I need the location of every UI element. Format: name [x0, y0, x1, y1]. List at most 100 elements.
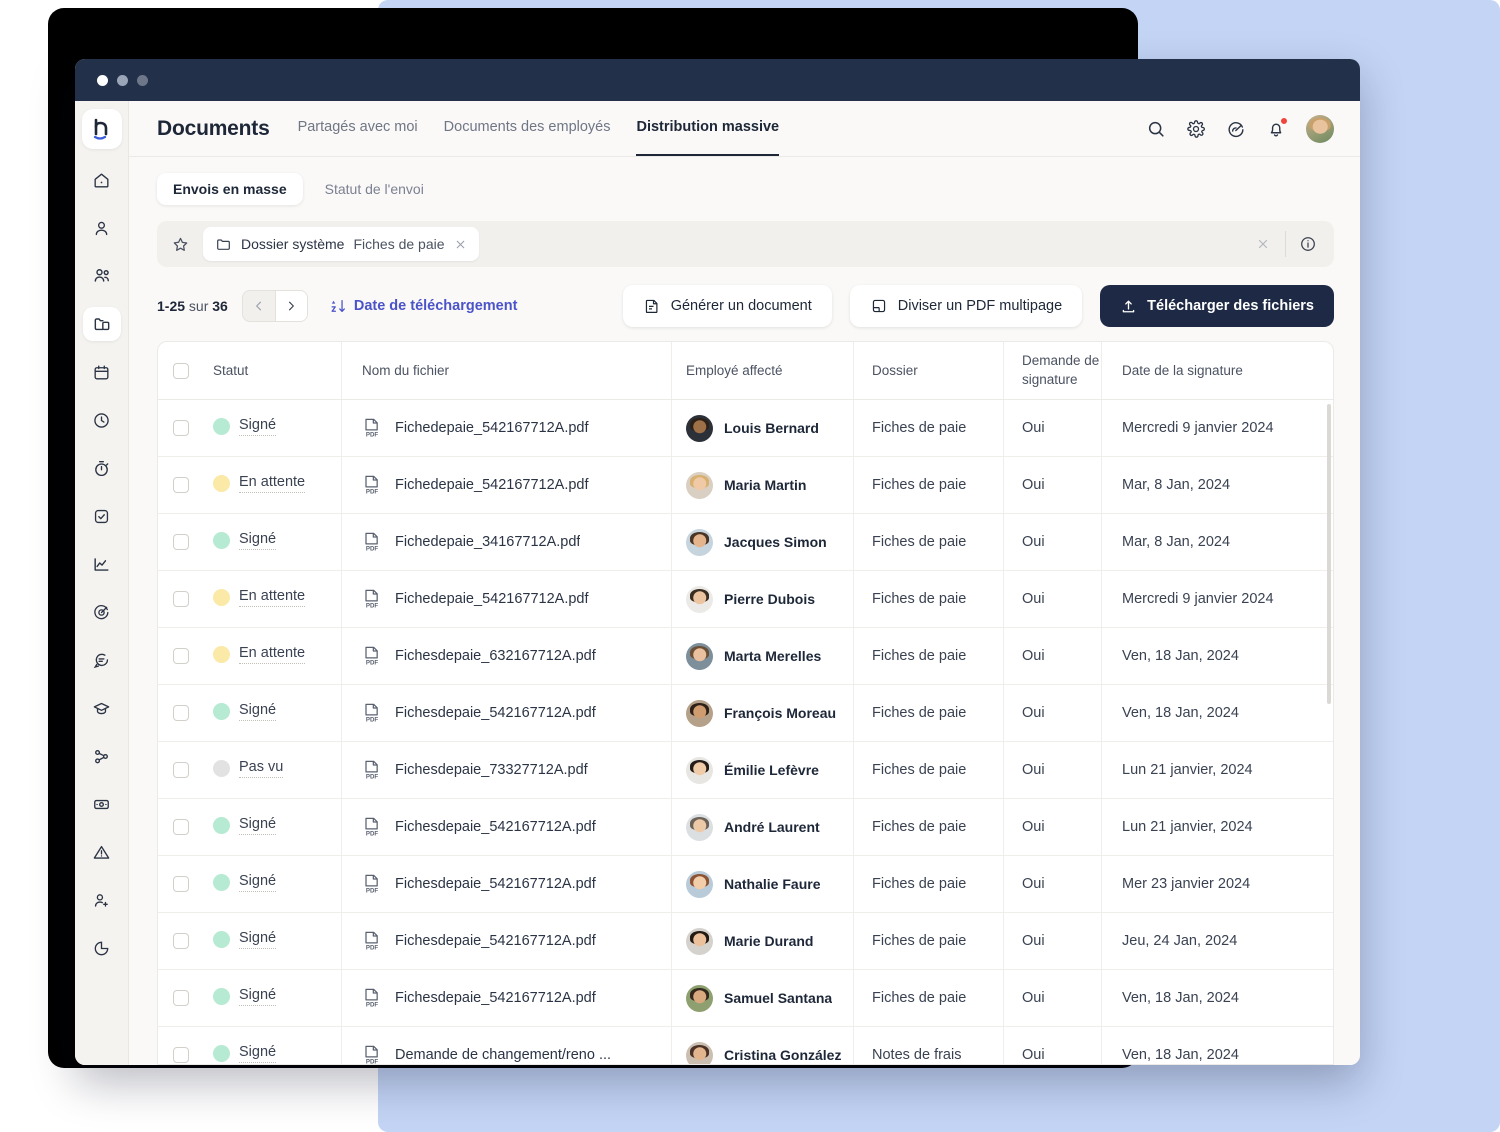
generate-document-button[interactable]: Générer un document — [622, 285, 832, 327]
sidebar-item-tasks[interactable] — [83, 499, 121, 533]
chevron-right-icon[interactable] — [274, 291, 307, 321]
sidebar-item-employees[interactable] — [83, 259, 121, 293]
table-row[interactable]: Signé PDF Demande de changement/reno ... Cr… — [158, 1027, 1333, 1064]
status-dot — [213, 987, 230, 1005]
folder-name: Fiches de paie — [872, 648, 967, 664]
file-name[interactable]: Fichedepaie_542167712A.pdf — [395, 591, 589, 607]
svg-text:PDF: PDF — [366, 830, 379, 837]
signature-request-value: Oui — [1022, 990, 1045, 1006]
row-checkbox[interactable] — [172, 990, 189, 1006]
table-row[interactable]: Pas vu PDF Fichesdepaie_73327712A.pdf Émili… — [158, 742, 1333, 799]
clear-filters-icon[interactable] — [1241, 237, 1285, 251]
table-row[interactable]: Signé PDF Fichesdepaie_542167712A.pdf Samue… — [158, 970, 1333, 1027]
tab-envois-en-masse[interactable]: Envois en masse — [157, 173, 303, 205]
sidebar-item-time[interactable] — [83, 403, 121, 437]
row-checkbox[interactable] — [172, 420, 189, 436]
table-row[interactable]: Signé PDF Fichedepaie_542167712A.pdf Louis … — [158, 400, 1333, 457]
table-row[interactable]: En attente PDF Fichedepaie_542167712A.pdf P… — [158, 571, 1333, 628]
employee-avatar — [686, 927, 713, 955]
file-name[interactable]: Fichedepaie_542167712A.pdf — [395, 420, 589, 436]
column-header-status[interactable]: Statut — [203, 342, 341, 399]
table-row[interactable]: En attente PDF Fichedepaie_542167712A.pdf M… — [158, 457, 1333, 514]
table-row[interactable]: En attente PDF Fichesdepaie_632167712A.pdf… — [158, 628, 1333, 685]
speedometer-icon[interactable] — [1226, 119, 1246, 139]
employee-avatar — [686, 1041, 713, 1064]
column-header-signature-date[interactable]: Date de la signature — [1101, 342, 1333, 399]
info-icon[interactable] — [1286, 235, 1330, 253]
row-checkbox[interactable] — [172, 534, 189, 550]
employee-avatar — [686, 813, 713, 841]
sidebar-item-home[interactable] — [83, 163, 121, 197]
sidebar-item-reports[interactable] — [83, 931, 121, 965]
upload-files-button[interactable]: Télécharger des fichiers — [1100, 285, 1334, 327]
table-row[interactable]: Signé PDF Fichesdepaie_542167712A.pdf Franç… — [158, 685, 1333, 742]
table-row[interactable]: Signé PDF Fichedepaie_34167712A.pdf Jacques… — [158, 514, 1333, 571]
row-checkbox[interactable] — [172, 1047, 189, 1063]
column-header-folder[interactable]: Dossier — [853, 342, 1003, 399]
file-name[interactable]: Fichedepaie_542167712A.pdf — [395, 477, 589, 493]
filter-chip[interactable]: Dossier système Fiches de paie — [203, 227, 479, 261]
file-name[interactable]: Demande de changement/reno ... — [395, 1047, 611, 1063]
column-header-filename[interactable]: Nom du fichier — [341, 342, 671, 399]
row-checkbox[interactable] — [172, 762, 189, 778]
folder-name: Notes de frais — [872, 1047, 962, 1063]
tab-statut-envoi[interactable]: Statut de l'envoi — [309, 173, 440, 205]
search-icon[interactable] — [1146, 119, 1166, 139]
row-checkbox[interactable] — [172, 705, 189, 721]
sort-az-icon — [330, 297, 347, 315]
chevron-left-icon[interactable] — [243, 291, 275, 321]
bell-icon[interactable] — [1266, 116, 1288, 139]
star-icon[interactable] — [157, 221, 203, 267]
window-minimize-dot[interactable] — [117, 74, 128, 86]
avatar[interactable] — [1306, 114, 1334, 143]
sidebar-item-documents[interactable] — [82, 307, 121, 341]
row-checkbox[interactable] — [172, 648, 189, 664]
window-maximize-dot[interactable] — [137, 74, 148, 86]
sidebar-item-calendar[interactable] — [83, 355, 121, 389]
row-select-cell — [158, 1047, 203, 1063]
sidebar-item-messages[interactable] — [83, 643, 121, 677]
file-name[interactable]: Fichedepaie_34167712A.pdf — [395, 534, 580, 550]
sidebar-item-profile[interactable] — [83, 211, 121, 245]
gear-icon[interactable] — [1186, 119, 1206, 139]
table-row[interactable]: Signé PDF Fichesdepaie_542167712A.pdf Marie… — [158, 913, 1333, 970]
file-name[interactable]: Fichesdepaie_632167712A.pdf — [395, 648, 596, 664]
nav-tab-employee-docs[interactable]: Documents des employés — [444, 101, 611, 156]
row-checkbox[interactable] — [172, 819, 189, 835]
nav-tab-mass-distribution[interactable]: Distribution massive — [636, 101, 780, 156]
file-name[interactable]: Fichesdepaie_73327712A.pdf — [395, 762, 588, 778]
sidebar-item-timetracking[interactable] — [83, 451, 121, 485]
row-checkbox[interactable] — [172, 876, 189, 892]
file-name[interactable]: Fichesdepaie_542167712A.pdf — [395, 933, 596, 949]
split-pdf-button[interactable]: Diviser un PDF multipage — [849, 285, 1083, 327]
signature-date-value: Ven, 18 Jan, 2024 — [1122, 648, 1239, 664]
sidebar-item-analytics[interactable] — [83, 547, 121, 581]
table-row[interactable]: Signé PDF Fichesdepaie_542167712A.pdf André… — [158, 799, 1333, 856]
cell-employee: Cristina González — [671, 1027, 853, 1064]
file-name[interactable]: Fichesdepaie_542167712A.pdf — [395, 705, 596, 721]
sidebar-item-training[interactable] — [83, 691, 121, 725]
sidebar-item-alerts[interactable] — [83, 835, 121, 869]
sidebar-item-recruitment[interactable] — [83, 883, 121, 917]
cell-folder: Notes de frais — [853, 1027, 1003, 1064]
sort-control[interactable]: Date de téléchargement — [330, 297, 517, 315]
nav-tab-shared[interactable]: Partagés avec moi — [298, 101, 418, 156]
window-close-dot[interactable] — [97, 74, 108, 86]
row-checkbox[interactable] — [172, 933, 189, 949]
cell-signature-request: Oui — [1003, 685, 1101, 741]
row-checkbox[interactable] — [172, 477, 189, 493]
table-row[interactable]: Signé PDF Fichesdepaie_542167712A.pdf Natha… — [158, 856, 1333, 913]
select-all-checkbox[interactable] — [172, 362, 189, 379]
file-name[interactable]: Fichesdepaie_542167712A.pdf — [395, 990, 596, 1006]
app-logo[interactable] — [81, 109, 122, 149]
close-icon[interactable] — [454, 238, 467, 251]
file-name[interactable]: Fichesdepaie_542167712A.pdf — [395, 876, 596, 892]
vertical-scrollbar[interactable] — [1327, 404, 1331, 704]
column-header-signature-request[interactable]: Demande de signature — [1003, 342, 1101, 399]
row-checkbox[interactable] — [172, 591, 189, 607]
column-header-employee[interactable]: Employé affecté — [671, 342, 853, 399]
sidebar-item-payroll[interactable] — [83, 787, 121, 821]
sidebar-item-workflows[interactable] — [83, 739, 121, 773]
sidebar-item-goals[interactable] — [83, 595, 121, 629]
file-name[interactable]: Fichesdepaie_542167712A.pdf — [395, 819, 596, 835]
